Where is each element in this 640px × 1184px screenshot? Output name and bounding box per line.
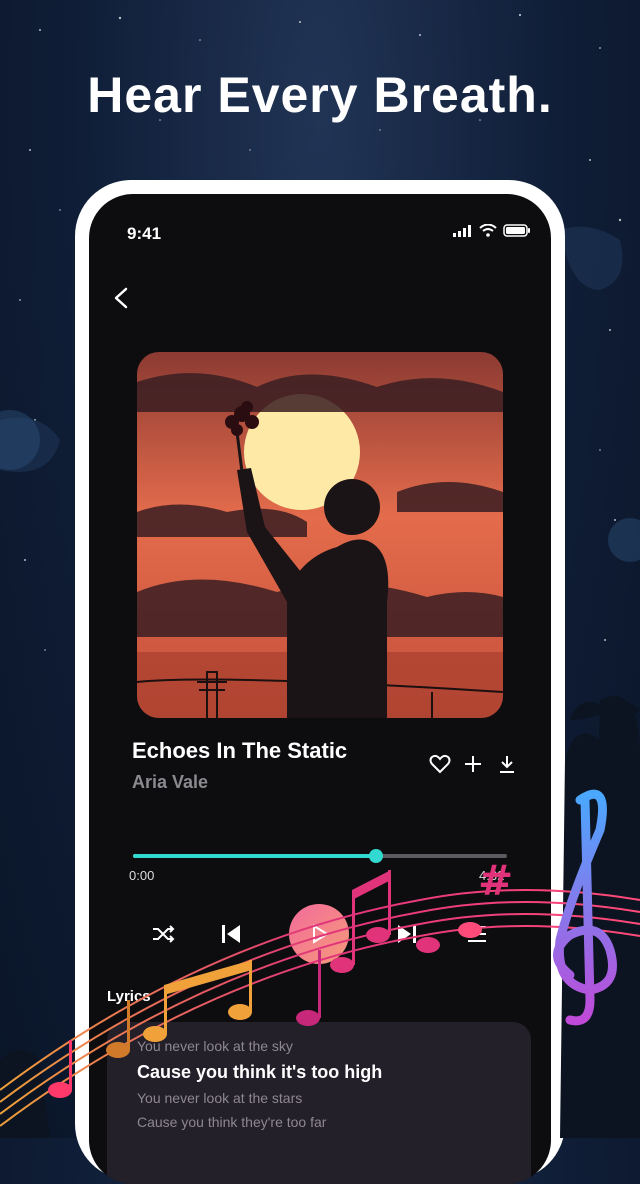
phone-screen: 9:41 Echoes In The Static Aria Vale 0:00… [89,194,551,1184]
progress-fill [133,854,377,858]
lyric-line: You never look at the stars [137,1090,303,1106]
chevron-left-icon[interactable] [111,286,131,310]
status-icons [453,224,531,237]
lyrics-label: Lyrics [107,988,151,1005]
progress-bar[interactable] [133,849,507,863]
download-icon[interactable] [497,754,517,774]
song-actions [429,754,517,774]
song-title: Echoes In The Static [132,738,348,763]
lyric-line: You never look at the sky [137,1038,293,1054]
status-time: 9:41 [127,224,162,243]
artist-name[interactable]: Aria Vale [132,772,208,793]
lyric-line-active: Cause you think it's too high [137,1062,383,1082]
lyric-line: Cause you think they're too far [137,1114,327,1130]
album-cover [137,352,503,718]
skip-back-icon[interactable] [219,922,243,946]
lyrics-card[interactable]: You never look at the sky Cause you thin… [107,1022,531,1184]
play-button[interactable] [289,904,349,964]
signal-icon [453,224,471,237]
shuffle-icon[interactable] [151,922,175,946]
phone-frame: 9:41 Echoes In The Static Aria Vale 0:00… [75,180,565,1184]
playback-controls [89,904,551,964]
heart-icon[interactable] [429,754,451,774]
headline: Hear Every Breath. [87,67,553,123]
album-art-image [137,352,503,718]
play-icon [313,924,329,944]
wifi-icon [479,224,497,237]
duration-time: 4:32 [479,868,505,883]
skip-forward-icon[interactable] [395,922,419,946]
elapsed-time: 0:00 [129,868,155,883]
progress-knob[interactable] [369,849,384,863]
queue-icon[interactable] [465,922,489,946]
battery-icon [503,224,530,237]
plus-icon[interactable] [463,754,483,774]
